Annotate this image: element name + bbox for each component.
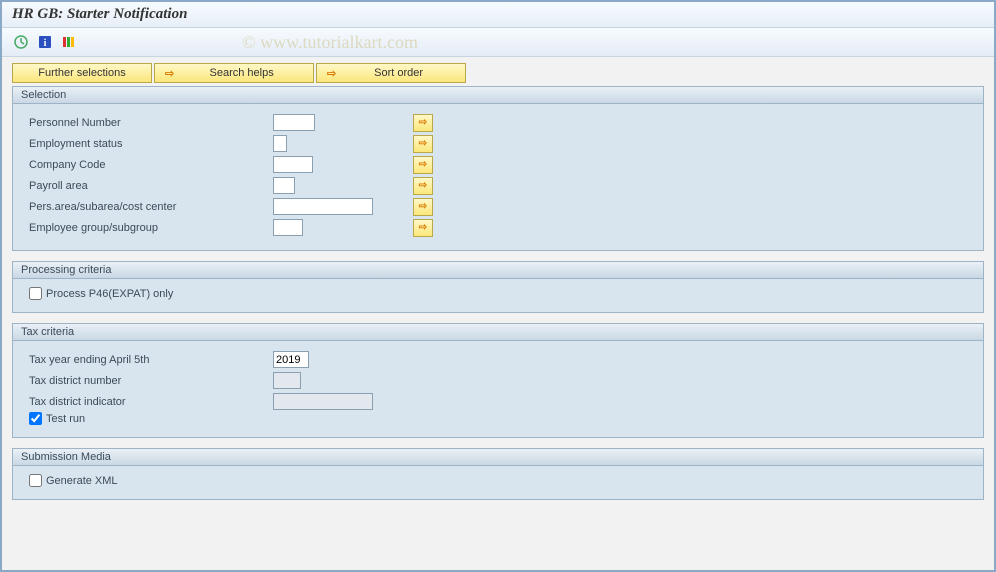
personnel-number-multi-button[interactable]: ⇨ [413,114,433,132]
sort-order-button[interactable]: ⇨ Sort order [316,63,466,83]
search-helps-label: Search helps [180,67,303,79]
pers-area-input[interactable] [273,198,373,215]
employee-group-multi-button[interactable]: ⇨ [413,219,433,237]
employee-group-label: Employee group/subgroup [23,222,273,234]
tax-year-input[interactable] [273,351,309,368]
payroll-area-label: Payroll area [23,180,273,192]
process-p46-label: Process P46(EXPAT) only [46,288,173,300]
test-run-checkbox[interactable] [29,412,42,425]
toolbar: i [2,28,994,57]
search-helps-button[interactable]: ⇨ Search helps [154,63,314,83]
company-code-input[interactable] [273,156,313,173]
employment-status-multi-button[interactable]: ⇨ [413,135,433,153]
selection-panel: Selection Personnel Number ⇨ Employment … [12,86,984,251]
tax-year-label: Tax year ending April 5th [23,354,273,366]
content-area: Further selections ⇨ Search helps ⇨ Sort… [2,57,994,516]
tax-panel: Tax criteria Tax year ending April 5th T… [12,323,984,438]
generate-xml-label: Generate XML [46,475,118,487]
pers-area-multi-button[interactable]: ⇨ [413,198,433,216]
submission-header: Submission Media [13,449,983,466]
test-run-row[interactable]: Test run [23,412,973,425]
tax-district-indicator-label: Tax district indicator [23,396,273,408]
company-code-multi-button[interactable]: ⇨ [413,156,433,174]
further-selections-label: Further selections [38,67,125,79]
company-code-label: Company Code [23,159,273,171]
employment-status-label: Employment status [23,138,273,150]
tax-district-indicator-input[interactable] [273,393,373,410]
processing-panel: Processing criteria Process P46(EXPAT) o… [12,261,984,313]
svg-text:i: i [44,38,47,49]
execute-icon[interactable] [12,33,30,51]
variant-icon[interactable] [60,33,78,51]
personnel-number-input[interactable] [273,114,315,131]
tax-district-number-label: Tax district number [23,375,273,387]
employment-status-input[interactable] [273,135,287,152]
sort-order-label: Sort order [342,67,455,79]
employee-group-input[interactable] [273,219,303,236]
process-p46-checkbox[interactable] [29,287,42,300]
tax-district-number-input[interactable] [273,372,301,389]
pers-area-label: Pers.area/subarea/cost center [23,201,273,213]
generate-xml-row[interactable]: Generate XML [23,474,973,487]
tax-header: Tax criteria [13,324,983,341]
test-run-label: Test run [46,413,85,425]
arrow-right-icon: ⇨ [165,67,174,80]
generate-xml-checkbox[interactable] [29,474,42,487]
arrow-right-icon: ⇨ [327,67,336,80]
info-icon[interactable]: i [36,33,54,51]
further-selections-button[interactable]: Further selections [12,63,152,83]
personnel-number-label: Personnel Number [23,117,273,129]
submission-panel: Submission Media Generate XML [12,448,984,500]
process-p46-row[interactable]: Process P46(EXPAT) only [23,287,973,300]
page-title: HR GB: Starter Notification [2,2,994,28]
payroll-area-multi-button[interactable]: ⇨ [413,177,433,195]
action-button-row: Further selections ⇨ Search helps ⇨ Sort… [12,63,984,83]
payroll-area-input[interactable] [273,177,295,194]
main-window: HR GB: Starter Notification © www.tutori… [0,0,996,572]
selection-header: Selection [13,87,983,104]
processing-header: Processing criteria [13,262,983,279]
